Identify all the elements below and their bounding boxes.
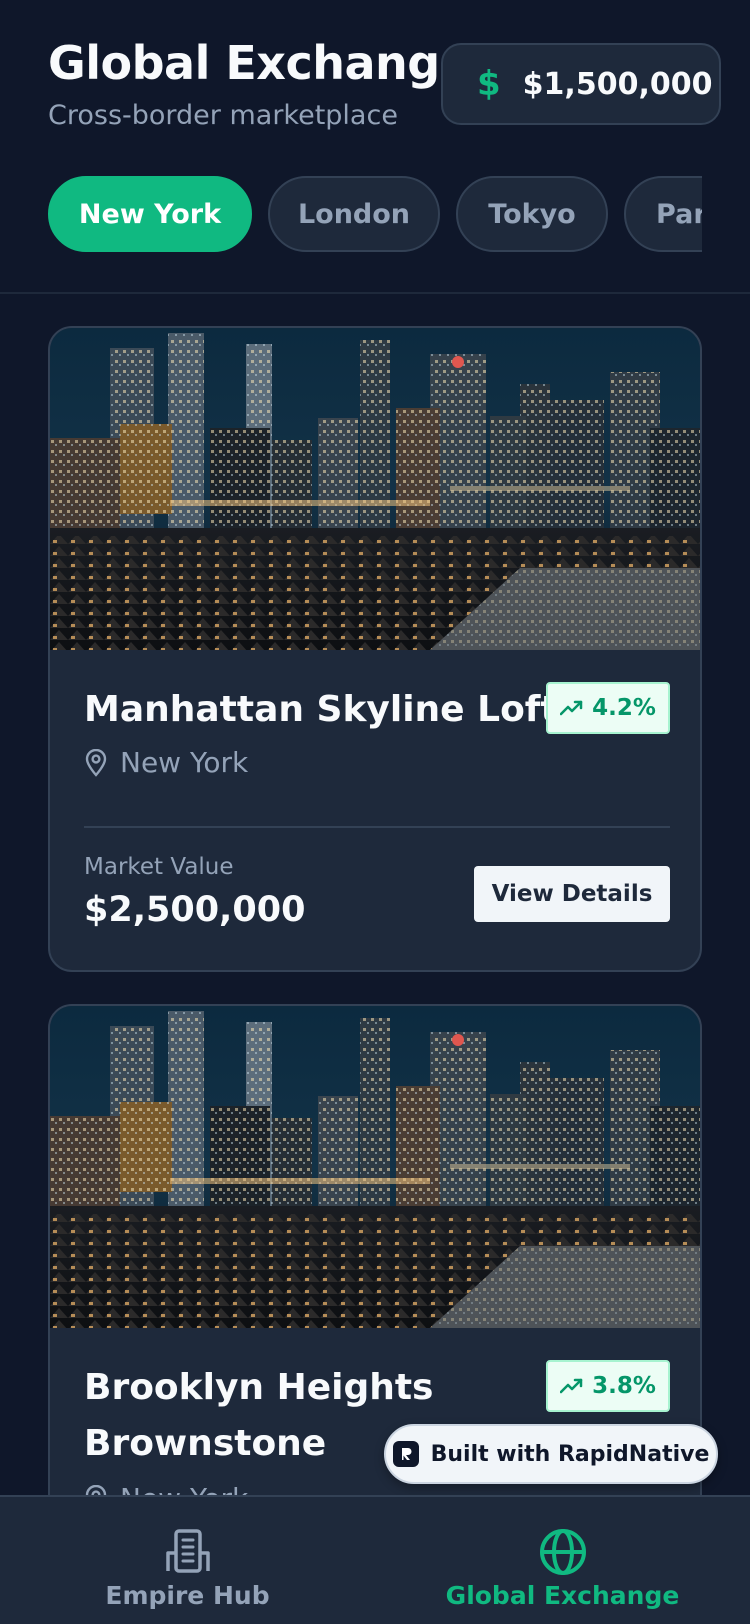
balance-amount: $1,500,000 bbox=[522, 66, 713, 102]
trend-value: 4.2% bbox=[592, 695, 656, 721]
nav-label: Global Exchange bbox=[445, 1581, 680, 1610]
page-subtitle: Cross-border marketplace bbox=[48, 100, 398, 131]
nav-item-global-exchange[interactable]: Global Exchange bbox=[375, 1497, 750, 1624]
view-details-button[interactable]: View Details bbox=[474, 866, 670, 922]
rapidnative-logo-icon bbox=[392, 1441, 419, 1467]
city-chip-tokyo[interactable]: Tokyo bbox=[456, 176, 608, 252]
app-screen: Global Exchange Cross-border marketplace… bbox=[0, 0, 750, 1624]
globe-icon bbox=[539, 1529, 586, 1575]
city-chip-new-york[interactable]: New York bbox=[48, 176, 252, 252]
nav-item-empire-hub[interactable]: Empire Hub bbox=[0, 1497, 375, 1624]
city-chip-london[interactable]: London bbox=[268, 176, 440, 252]
city-chip-paris[interactable]: Paris bbox=[624, 176, 702, 252]
bottom-nav: Empire Hub Global Exchange bbox=[0, 1495, 750, 1624]
trend-badge: 4.2% bbox=[546, 682, 670, 734]
market-value-label: Market Value bbox=[84, 854, 234, 880]
trending-up-icon bbox=[560, 1378, 583, 1394]
nav-label: Empire Hub bbox=[105, 1581, 270, 1610]
city-filter: New York London Tokyo Paris bbox=[48, 176, 702, 252]
trend-badge: 3.8% bbox=[546, 1360, 670, 1412]
built-with-badge[interactable]: Built with RapidNative bbox=[384, 1424, 718, 1484]
location-label: New York bbox=[120, 746, 249, 779]
page-title: Global Exchange bbox=[48, 36, 471, 90]
property-image bbox=[50, 1006, 700, 1328]
market-value: $2,500,000 bbox=[84, 890, 306, 930]
property-image bbox=[50, 328, 700, 650]
balance-pill[interactable]: $ $1,500,000 bbox=[441, 43, 721, 125]
built-with-label: Built with RapidNative bbox=[430, 1441, 710, 1467]
header: Global Exchange Cross-border marketplace… bbox=[0, 0, 750, 294]
dollar-icon: $ bbox=[477, 64, 501, 104]
listing-card[interactable]: Manhattan Skyline Loft 4.2% New York Mar… bbox=[48, 326, 702, 972]
trend-value: 3.8% bbox=[592, 1373, 656, 1399]
card-divider bbox=[84, 826, 670, 828]
listing-location: New York bbox=[84, 746, 248, 779]
map-pin-icon bbox=[85, 748, 107, 777]
listing-title: Manhattan Skyline Loft bbox=[84, 689, 558, 730]
trending-up-icon bbox=[560, 700, 583, 716]
building-icon bbox=[165, 1529, 210, 1573]
